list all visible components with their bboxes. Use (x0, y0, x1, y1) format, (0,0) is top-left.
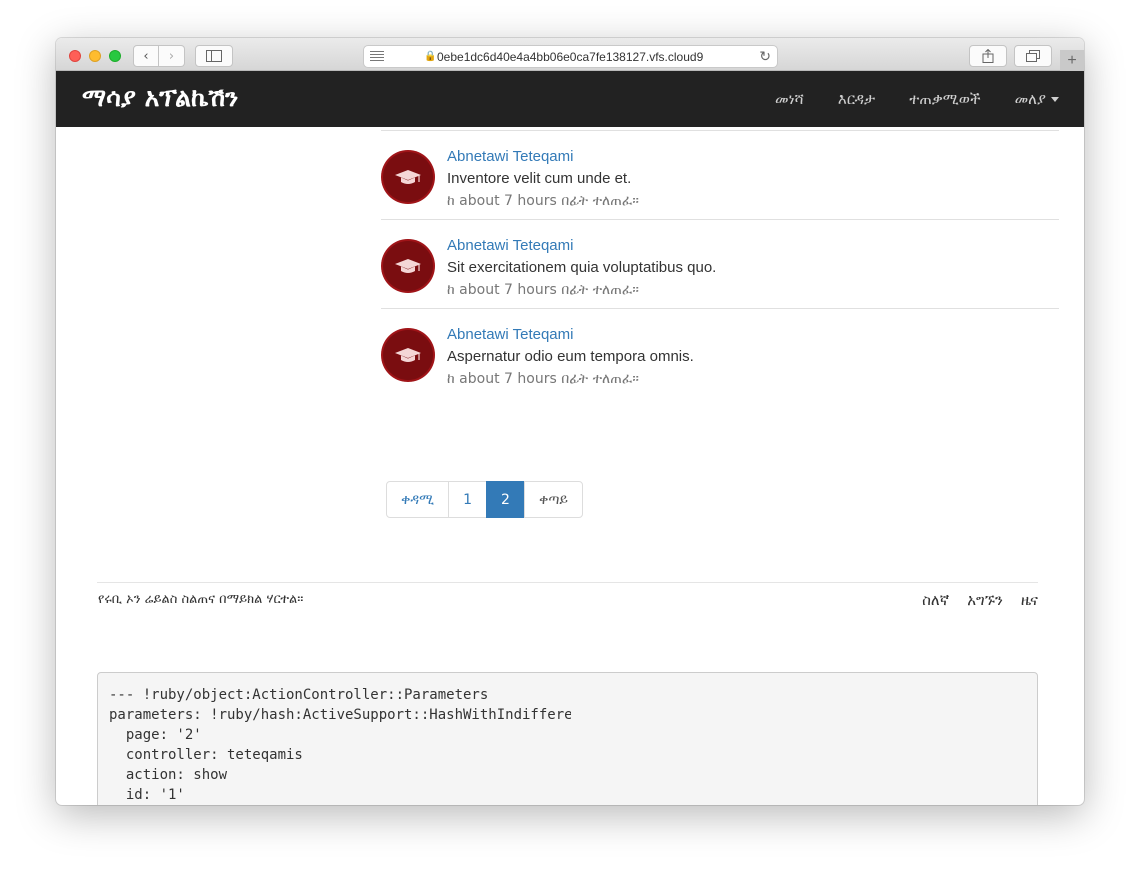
post-body: Inventore velit cum unde et. (447, 170, 632, 187)
zoom-window-button[interactable] (109, 50, 121, 62)
avatar[interactable] (383, 241, 433, 291)
post-content: Abnetawi Teteqami Sit exercitationem qui… (447, 235, 716, 301)
sidebar-icon (206, 50, 222, 62)
main-nav: መነሻ እርዳታ ተጠቃሚወች መለያ (775, 90, 1059, 108)
nav-account-dropdown[interactable]: መለያ (1015, 90, 1059, 108)
graduation-cap-icon (395, 259, 421, 273)
top-navbar: ማሳያ አፕልኬሽን መነሻ እርዳታ ተጠቃሚወች መለያ (56, 71, 1084, 127)
share-icon (982, 49, 994, 63)
back-button[interactable]: ‹ (133, 45, 159, 67)
reader-icon[interactable] (370, 51, 384, 61)
nav-users[interactable]: ተጠቃሚወች (909, 90, 980, 108)
micropost-feed: Abnetawi Teteqami Inventore velit cum un… (381, 130, 1059, 397)
post-body: Sit exercitationem quia voluptatibus quo… (447, 259, 717, 276)
post-content: Abnetawi Teteqami Inventore velit cum un… (447, 146, 639, 212)
close-window-button[interactable] (69, 50, 81, 62)
nav-home[interactable]: መነሻ (775, 90, 804, 108)
footer-nav: ስለኛ አግኙን ዜና (922, 591, 1038, 609)
page-link-2-current[interactable]: 2 (486, 481, 525, 518)
chevron-right-icon: › (168, 48, 175, 64)
minimize-window-button[interactable] (89, 50, 101, 62)
post-timestamp: ከ about 7 hours በፊት ተለጠፈ። (447, 193, 639, 209)
share-button[interactable] (969, 45, 1007, 67)
post-user-link[interactable]: Abnetawi Teteqami (447, 235, 716, 257)
post-body: Aspernatur odio eum tempora omnis. (447, 348, 694, 365)
sidebar-toggle-button[interactable] (195, 45, 233, 67)
reload-icon[interactable]: ↻ (759, 48, 771, 65)
post-user-link[interactable]: Abnetawi Teteqami (447, 324, 694, 346)
nav-account-label: መለያ (1014, 90, 1046, 108)
debug-params-panel: --- !ruby/object:ActionController::Param… (97, 672, 1038, 805)
debug-params-dump: --- !ruby/object:ActionController::Param… (109, 687, 571, 803)
next-page-link[interactable]: ቀጣይ (523, 481, 584, 518)
page-content: Abnetawi Teteqami Inventore velit cum un… (56, 127, 1084, 805)
page-link-1[interactable]: 1 (448, 481, 488, 518)
brand-logo[interactable]: ማሳያ አፕልኬሽን (82, 83, 238, 113)
browser-titlebar: ‹ › 🔒 0ebe1dc6d40e4a4bb06e0ca7fe138127.v… (56, 38, 1084, 71)
caret-down-icon (1051, 97, 1059, 102)
lock-icon: 🔒 (424, 51, 437, 62)
plus-icon: + (1067, 52, 1077, 69)
avatar[interactable] (383, 330, 433, 380)
post-content: Abnetawi Teteqami Aspernatur odio eum te… (447, 324, 694, 390)
footer-link-news[interactable]: ዜና (1021, 591, 1038, 609)
forward-button[interactable]: › (159, 45, 185, 67)
avatar[interactable] (383, 152, 433, 202)
history-nav: ‹ › (133, 45, 185, 67)
browser-window: ‹ › 🔒 0ebe1dc6d40e4a4bb06e0ca7fe138127.v… (56, 38, 1084, 805)
post-user-link[interactable]: Abnetawi Teteqami (447, 146, 639, 168)
address-bar[interactable]: 🔒 0ebe1dc6d40e4a4bb06e0ca7fe138127.vfs.c… (363, 45, 778, 68)
graduation-cap-icon (395, 348, 421, 362)
post-timestamp: ከ about 7 hours በፊት ተለጠፈ። (447, 282, 639, 298)
page-footer: የሩቢ ኦን ሬይልስ ስልጠና በማይክል ሃርተል። ስለኛ አግኙን ዜና (97, 582, 1038, 609)
footer-credit: የሩቢ ኦን ሬይልስ ስልጠና በማይክል ሃርተል። (98, 592, 304, 607)
nav-help[interactable]: እርዳታ (838, 90, 875, 108)
pagination: ቀዳሚ 1 2 ቀጣይ (386, 481, 584, 518)
tabs-overview-button[interactable] (1014, 45, 1052, 67)
footer-link-contact[interactable]: አግኙን (967, 591, 1003, 609)
chevron-left-icon: ‹ (143, 48, 149, 64)
footer-link-about[interactable]: ስለኛ (922, 591, 949, 609)
post-timestamp: ከ about 7 hours በፊት ተለጠፈ። (447, 371, 639, 387)
tabs-icon (1026, 50, 1040, 62)
list-item: Abnetawi Teteqami Sit exercitationem qui… (381, 219, 1059, 308)
list-item: Abnetawi Teteqami Inventore velit cum un… (381, 130, 1059, 219)
url-text: 0ebe1dc6d40e4a4bb06e0ca7fe138127.vfs.clo… (437, 50, 704, 64)
graduation-cap-icon (395, 170, 421, 184)
list-item: Abnetawi Teteqami Aspernatur odio eum te… (381, 308, 1059, 397)
previous-page-link[interactable]: ቀዳሚ (386, 481, 450, 518)
new-tab-button[interactable]: + (1060, 50, 1084, 71)
